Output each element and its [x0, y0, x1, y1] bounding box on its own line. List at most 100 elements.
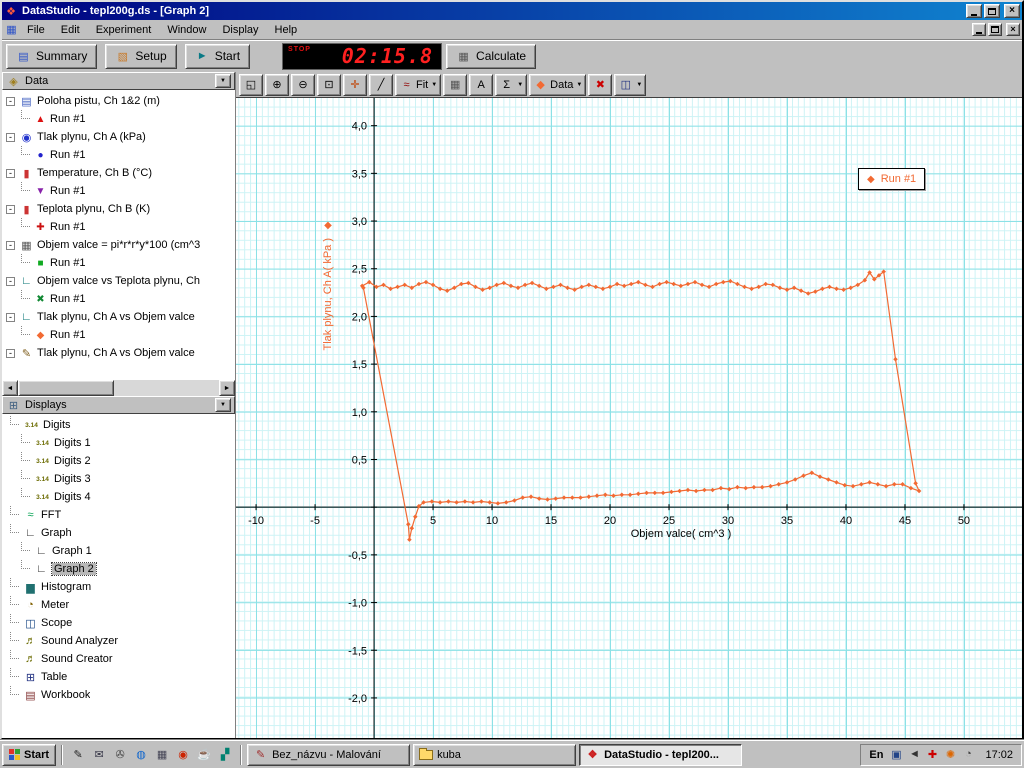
data-source-item[interactable]: - ▤ Poloha pistu, Ch 1&2 (m)	[2, 92, 235, 110]
scroll-left-button[interactable]: ◄	[2, 380, 18, 396]
menubar-items: File Edit Experiment Window Display Help	[19, 22, 972, 38]
statistics-button[interactable]: Σ ▼	[495, 73, 528, 96]
close-button[interactable]: ×	[1004, 4, 1020, 18]
data-run-item[interactable]: ▼ Run #1	[2, 182, 235, 200]
data-panel-menu-button[interactable]: ▼	[215, 74, 231, 88]
data-tree-hscrollbar[interactable]: ◄ ►	[2, 380, 235, 396]
data-run-item[interactable]: ▲ Run #1	[2, 110, 235, 128]
display-item[interactable]: ⊞ Table	[2, 668, 235, 686]
svg-text:1,0: 1,0	[352, 407, 367, 419]
globe-ql-button[interactable]: ◍	[131, 745, 151, 765]
opera-ql-button[interactable]: ◉	[173, 745, 193, 765]
remove-data-button[interactable]: ✖	[588, 73, 613, 96]
menu-help[interactable]: Help	[267, 22, 306, 38]
scope-icon: ◫	[25, 617, 36, 630]
display-child-item[interactable]: 3.14 Digits 4	[2, 488, 235, 506]
legend[interactable]: ◆ Run #1	[858, 168, 926, 190]
data-source-item[interactable]: - ✎ Tlak plynu, Ch A vs Objem valce	[2, 344, 235, 362]
menubar: ▦ File Edit Experiment Window Display Help ×	[2, 20, 1022, 39]
data-source-item[interactable]: - ∟ Objem valce vs Teplota plynu, Ch	[2, 272, 235, 290]
chart-ql-button[interactable]: ▞	[215, 745, 235, 765]
scale-to-fit-button[interactable]: ◱	[239, 73, 263, 96]
collapse-toggle-icon[interactable]: -	[6, 276, 15, 286]
java-ql-button[interactable]: ☕	[194, 745, 214, 765]
displays-panel-menu-button[interactable]: ▼	[215, 398, 231, 412]
maximize-button[interactable]	[984, 4, 1000, 18]
graph-settings-button[interactable]: ◫ ▼	[614, 73, 647, 96]
data-source-item[interactable]: - ▦ Objem valce = pi*r*r*y*100 (cm^3	[2, 236, 235, 254]
display-item[interactable]: ▤ Workbook	[2, 686, 235, 704]
graph-pane: ◱ ⊕ ⊖ ⊡ ✛ ╱ ≈ Fit ▼ ▦ A Σ ▼ ◆ Data ▼ ✖ ◫ ▼ -10 -5 5 10 15 20 25 3…	[236, 72, 1022, 738]
data-panel-header: ◈ Data ▼	[2, 72, 235, 90]
mdi-close-button[interactable]: ×	[1006, 23, 1020, 36]
display-item[interactable]: ≈ FFT	[2, 506, 235, 524]
calc-ql-button[interactable]: ▦	[152, 745, 172, 765]
data-source-label: Tlak plynu, Ch A (kPa)	[37, 131, 146, 143]
fit-button[interactable]: ≈ Fit ▼	[395, 73, 442, 96]
summary-button[interactable]: ▤ Summary	[6, 43, 98, 69]
menu-display[interactable]: Display	[214, 22, 266, 38]
zoom-select-button[interactable]: ⊡	[317, 73, 341, 96]
text-tool-button[interactable]: A	[469, 73, 494, 96]
collapse-toggle-icon[interactable]: -	[6, 96, 15, 106]
pencil-ql-button[interactable]: ✎	[68, 745, 88, 765]
data-run-item[interactable]: ✚ Run #1	[2, 218, 235, 236]
zoom-out-button[interactable]: ⊖	[291, 73, 315, 96]
thermometer-icon: ▮	[23, 203, 30, 216]
plot-area[interactable]: -10 -5 5 10 15 20 25 30 35 40 45 50 -2,0 -1,5 -1,0 -0,5…	[236, 98, 1022, 738]
collapse-toggle-icon[interactable]: -	[6, 204, 15, 214]
collapse-toggle-icon[interactable]: -	[6, 348, 15, 358]
task-button[interactable]: kuba	[413, 743, 577, 766]
task-button[interactable]: ❖ DataStudio - tepl200...	[579, 743, 743, 766]
start-button[interactable]: Start	[2, 743, 57, 766]
data-source-item[interactable]: - ∟ Tlak plynu, Ch A vs Objem valce	[2, 308, 235, 326]
taskbar-divider	[61, 744, 64, 765]
setup-button[interactable]: ▧ Setup	[105, 43, 177, 69]
data-run-item[interactable]: ● Run #1	[2, 146, 235, 164]
data-source-item[interactable]: - ▮ Temperature, Ch B (°C)	[2, 164, 235, 182]
task-button[interactable]: ✎ Bez_názvu - Malování	[247, 743, 411, 766]
language-indicator[interactable]: En	[869, 749, 883, 761]
collapse-toggle-icon[interactable]: -	[6, 312, 15, 322]
menu-edit[interactable]: Edit	[53, 22, 88, 38]
display-item[interactable]: ▆ Histogram	[2, 578, 235, 596]
collapse-toggle-icon[interactable]: -	[6, 168, 15, 178]
mdi-restore-button[interactable]	[988, 23, 1002, 36]
task-buttons: ✎ Bez_názvu - Malování kuba ❖ DataStudio - t…	[247, 743, 743, 766]
minimize-button[interactable]	[966, 4, 982, 18]
start-button-experiment[interactable]: ► Start	[184, 43, 251, 69]
smart-tool-button[interactable]: ✛	[343, 73, 367, 96]
mail-ql-button[interactable]: ✉	[89, 745, 109, 765]
data-source-item[interactable]: - ▮ Teplota plynu, Ch B (K)	[2, 200, 235, 218]
collapse-toggle-icon[interactable]: -	[6, 240, 15, 250]
data-run-item[interactable]: ✖ Run #1	[2, 290, 235, 308]
media-ql-button[interactable]: ✇	[110, 745, 130, 765]
display-item[interactable]: 3.14 Digits	[2, 416, 235, 434]
calculate-button[interactable]: ▦ Calculate	[446, 43, 537, 69]
data-source-item[interactable]: - ◉ Tlak plynu, Ch A (kPa)	[2, 128, 235, 146]
display-child-item[interactable]: ∟ Graph 2	[2, 560, 235, 578]
collapse-toggle-icon[interactable]: -	[6, 132, 15, 142]
menu-file[interactable]: File	[19, 22, 53, 38]
data-run-item[interactable]: ◆ Run #1	[2, 326, 235, 344]
display-child-item[interactable]: 3.14 Digits 1	[2, 434, 235, 452]
display-item[interactable]: ♬ Sound Analyzer	[2, 632, 235, 650]
slope-tool-button[interactable]: ╱	[369, 73, 393, 96]
scroll-right-button[interactable]: ►	[219, 380, 235, 396]
zoom-in-button[interactable]: ⊕	[265, 73, 289, 96]
display-item[interactable]: ∟ Graph	[2, 524, 235, 542]
data-run-item[interactable]: ■ Run #1	[2, 254, 235, 272]
menu-experiment[interactable]: Experiment	[88, 22, 160, 38]
display-item[interactable]: ◫ Scope	[2, 614, 235, 632]
data-menu-button[interactable]: ◆ Data ▼	[529, 73, 587, 96]
display-item[interactable]: ♬ Sound Creator	[2, 650, 235, 668]
menu-window[interactable]: Window	[159, 22, 214, 38]
mdi-minimize-button[interactable]	[972, 23, 986, 36]
scrollbar-thumb[interactable]	[18, 380, 114, 396]
display-child-item[interactable]: 3.14 Digits 2	[2, 452, 235, 470]
calculator-tool-button[interactable]: ▦	[443, 73, 468, 96]
display-item[interactable]: ◔ Meter	[2, 596, 235, 614]
scrollbar-track[interactable]	[18, 380, 219, 396]
display-child-item[interactable]: 3.14 Digits 3	[2, 470, 235, 488]
display-child-item[interactable]: ∟ Graph 1	[2, 542, 235, 560]
